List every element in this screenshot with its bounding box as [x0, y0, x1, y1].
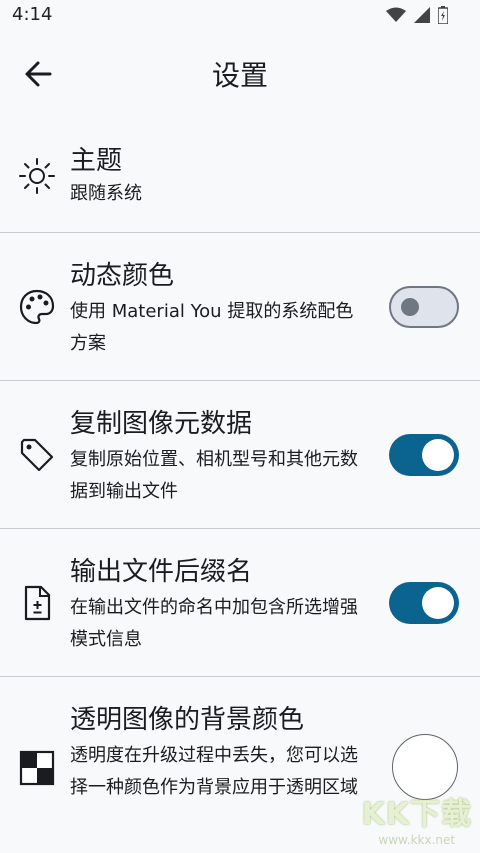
- status-icons: [386, 6, 448, 24]
- setting-title: 动态颜色: [70, 261, 175, 291]
- status-bar: 4:14: [0, 0, 480, 36]
- watermark-text: KK下载: [361, 797, 472, 832]
- setting-subtitle: 跟随系统: [70, 183, 142, 204]
- palette-icon: [19, 289, 55, 325]
- setting-subtitle: 复制原始位置、相机型号和其他元数据到输出文件: [70, 449, 358, 502]
- checkerboard-icon: [19, 750, 55, 786]
- setting-dynamic-color[interactable]: 动态颜色 使用 Material You 提取的系统配色方案: [0, 233, 480, 380]
- dynamic-color-toggle[interactable]: [389, 286, 459, 328]
- page-title: 设置: [211, 59, 268, 92]
- setting-title: 复制图像元数据: [70, 409, 253, 439]
- wifi-icon: [386, 7, 406, 22]
- setting-output-suffix[interactable]: 输出文件后缀名 在输出文件的命名中加包含所选增强模式信息: [0, 529, 480, 676]
- top-app-bar: 设置: [0, 40, 480, 110]
- tag-icon: [20, 438, 54, 472]
- setting-subtitle: 透明度在升级过程中丢失，您可以选择一种颜色作为背景应用于透明区域: [70, 745, 358, 798]
- sun-icon: [19, 158, 55, 194]
- setting-title: 主题: [70, 146, 123, 176]
- output-suffix-toggle[interactable]: [389, 582, 459, 624]
- toggle-knob: [401, 298, 419, 316]
- setting-subtitle: 在输出文件的命名中加包含所选增强模式信息: [70, 597, 358, 650]
- setting-theme[interactable]: 主题 跟随系统: [0, 128, 480, 232]
- setting-title: 输出文件后缀名: [70, 557, 253, 587]
- watermark-url: www.kkx.net: [378, 833, 456, 847]
- signal-icon: [414, 7, 430, 23]
- copy-metadata-toggle[interactable]: [389, 434, 459, 476]
- status-time: 4:14: [12, 4, 53, 25]
- setting-title: 透明图像的背景颜色: [70, 705, 305, 735]
- toggle-knob: [422, 587, 454, 619]
- setting-subtitle: 使用 Material You 提取的系统配色方案: [70, 301, 354, 354]
- battery-charging-icon: [438, 6, 448, 24]
- toggle-knob: [422, 439, 454, 471]
- watermark-logo: KK下载 www.kkx.net: [362, 789, 473, 847]
- file-diff-icon: [24, 585, 51, 621]
- setting-copy-metadata[interactable]: 复制图像元数据 复制原始位置、相机型号和其他元数据到输出文件: [0, 381, 480, 528]
